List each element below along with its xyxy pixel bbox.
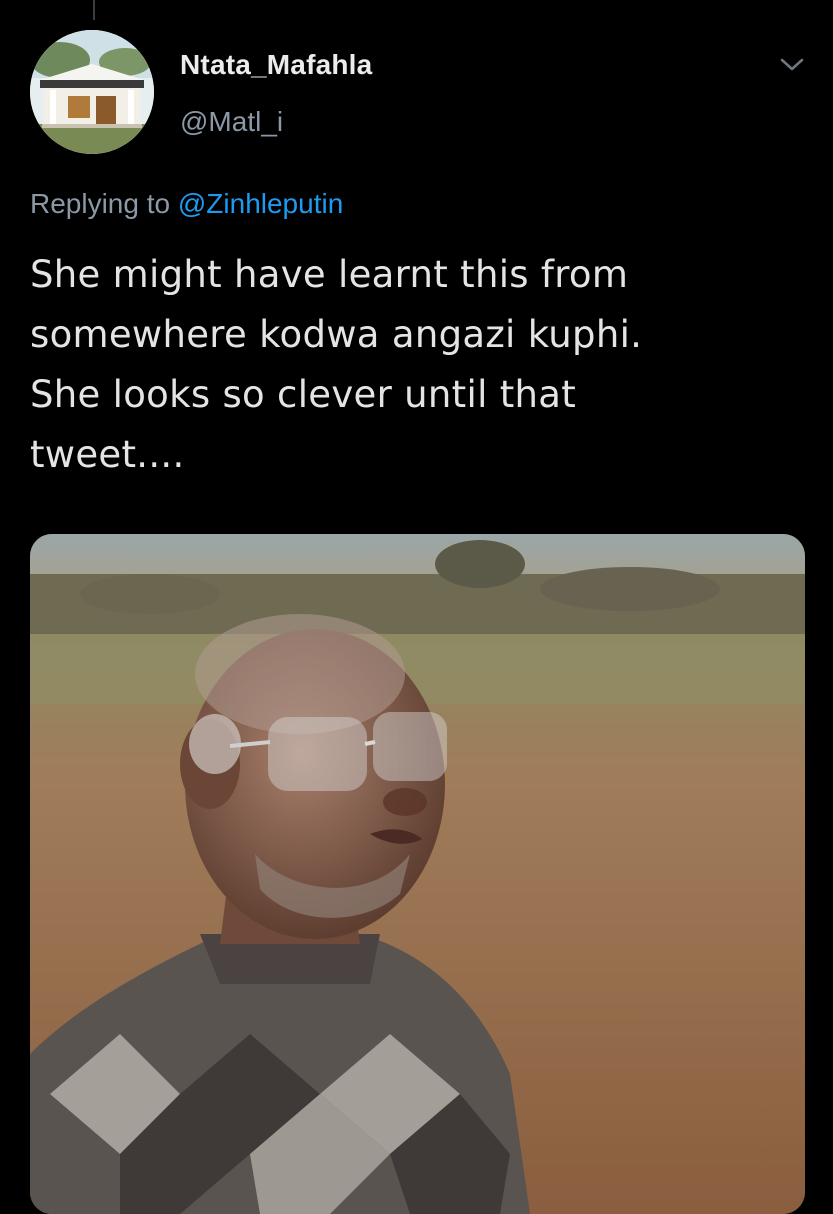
replying-to-line: Replying to @Zinhleputin: [30, 188, 343, 220]
tweet-text-line: somewhere kodwa angazi kuphi.: [30, 313, 643, 356]
tweet-text-line: tweet....: [30, 433, 185, 476]
tweet-text-line: She might have learnt this from: [30, 253, 629, 296]
author-display-name[interactable]: Ntata_Mafahla: [180, 49, 372, 81]
tweet-text: She might have learnt this from somewher…: [30, 245, 810, 485]
tweet-text-line: She looks so clever until that: [30, 373, 577, 416]
reply-mention-link[interactable]: @Zinhleputin: [178, 188, 343, 219]
avatar[interactable]: [30, 30, 154, 154]
man-in-field-photo: [30, 534, 805, 1214]
replying-to-label: Replying to: [30, 188, 171, 219]
house-avatar-image: [30, 30, 154, 154]
thread-connector-line: [93, 0, 95, 20]
tweet-media-photo[interactable]: [30, 534, 805, 1214]
author-handle[interactable]: @Matl_i: [180, 106, 283, 138]
chevron-down-icon[interactable]: [777, 52, 807, 76]
